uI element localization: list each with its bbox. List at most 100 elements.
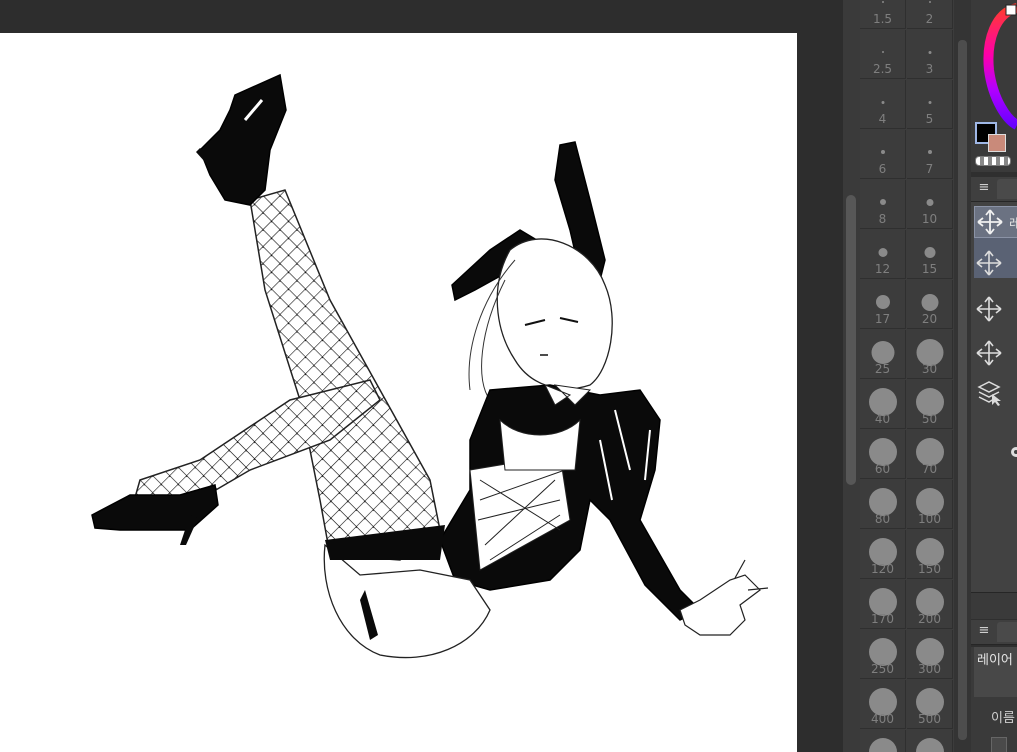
brush-preview-dot — [926, 198, 933, 206]
layer-panel-menu-icon[interactable]: ≡ — [975, 622, 993, 640]
brush-size-cell[interactable]: 40 — [860, 380, 906, 429]
brush-preview-dot — [878, 247, 887, 257]
name-label: 이름 — [991, 711, 1015, 726]
brush-size-label: 12 — [874, 262, 891, 276]
color-wheel-panel — [971, 0, 1017, 172]
right-side-panel: ≡ 레이 — [971, 0, 1017, 752]
tool-panel-tab[interactable] — [997, 179, 1017, 199]
brush-size-label: 10 — [921, 212, 938, 226]
brush-size-cell[interactable] — [860, 730, 906, 752]
line-art-drawing — [91, 73, 769, 659]
move-arrows-icon — [976, 250, 1002, 276]
move-arrows-icon — [976, 296, 1002, 322]
brush-size-label: 40 — [874, 412, 891, 426]
brush-size-label: 70 — [921, 462, 938, 476]
brush-size-label: 2.5 — [872, 62, 893, 76]
brush-size-cell[interactable]: 80 — [860, 480, 906, 529]
brush-size-label: 8 — [878, 212, 887, 226]
brush-size-label: 6 — [878, 162, 887, 176]
brush-size-cell[interactable]: 2 — [907, 0, 953, 29]
brush-size-label: 170 — [871, 612, 894, 626]
brush-size-label: 7 — [925, 162, 934, 176]
sub-color-swatch[interactable] — [988, 134, 1006, 152]
brush-size-cell[interactable]: 60 — [860, 430, 906, 479]
brush-size-cell[interactable]: 400 — [860, 680, 906, 729]
option-checkbox[interactable] — [991, 737, 1007, 752]
layer-property-area: 레이어 이름 — [971, 647, 1017, 752]
brush-size-label: 250 — [871, 662, 894, 676]
brush-preview-dot — [881, 51, 884, 53]
brush-preview-dot — [868, 738, 897, 752]
brush-size-cell[interactable]: 300 — [907, 630, 953, 679]
brush-size-label: 30 — [921, 362, 938, 376]
brush-size-cell[interactable]: 8 — [860, 180, 906, 229]
brush-size-cell[interactable]: 12 — [860, 230, 906, 279]
brush-size-label: 120 — [871, 562, 894, 576]
sub-tool-list: 레이 — [971, 202, 1017, 592]
sub-tool-label: 레이 — [1009, 217, 1017, 232]
drawing-canvas[interactable] — [0, 33, 797, 752]
brush-size-label: 1.5 — [872, 12, 893, 26]
brush-size-cell[interactable]: 100 — [907, 480, 953, 529]
transparent-color-swatch[interactable] — [975, 156, 1011, 166]
brush-size-cell[interactable]: 150 — [907, 530, 953, 579]
brush-preview-dot — [928, 1, 931, 3]
brush-size-label: 50 — [921, 412, 938, 426]
layer-panel-tab[interactable] — [997, 622, 1017, 642]
brush-size-cell[interactable]: 25 — [860, 330, 906, 379]
brush-size-label: 3 — [925, 62, 934, 76]
brush-size-cell[interactable]: 2.5 — [860, 30, 906, 79]
brush-size-label: 17 — [874, 312, 891, 326]
brush-size-cell[interactable]: 70 — [907, 430, 953, 479]
brush-size-label: 25 — [874, 362, 891, 376]
brush-size-label: 80 — [874, 512, 891, 526]
brush-size-label: 20 — [921, 312, 938, 326]
brush-size-cell[interactable]: 5 — [907, 80, 953, 129]
brush-size-cell[interactable]: 1.5 — [860, 0, 906, 29]
brush-preview-dot — [871, 340, 894, 364]
layer-name-field[interactable]: 레이어 — [974, 647, 1017, 697]
brush-preview-dot — [928, 50, 931, 54]
brush-size-cell[interactable]: 250 — [860, 630, 906, 679]
brush-size-cell[interactable]: 50 — [907, 380, 953, 429]
brush-preview-dot — [879, 199, 886, 205]
brush-size-cell[interactable]: 6 — [860, 130, 906, 179]
brush-size-cell[interactable]: 200 — [907, 580, 953, 629]
tool-panel-menu-icon[interactable]: ≡ — [975, 179, 993, 197]
sub-tool-item-2[interactable] — [974, 238, 1017, 278]
brush-preview-dot — [881, 100, 884, 104]
brush-size-cell[interactable]: 7 — [907, 130, 953, 179]
canvas-scrollbar-thumb[interactable] — [846, 195, 856, 485]
brush-size-cell[interactable]: 170 — [860, 580, 906, 629]
brush-size-cell[interactable]: 500 — [907, 680, 953, 729]
brush-size-cell[interactable]: 17 — [860, 280, 906, 329]
sub-tool-item-5[interactable] — [974, 372, 1017, 412]
sub-tool-item-4[interactable] — [974, 328, 1017, 368]
brush-size-cell[interactable]: 10 — [907, 180, 953, 229]
brush-preview-dot — [881, 1, 884, 3]
brush-preview-dot — [928, 100, 931, 104]
brush-preview-dot — [880, 150, 885, 154]
brush-size-cell[interactable]: 4 — [860, 80, 906, 129]
brush-preview-dot — [921, 293, 938, 311]
canvas-workspace — [0, 0, 843, 752]
brush-size-cell[interactable]: 20 — [907, 280, 953, 329]
brush-size-cell[interactable] — [907, 730, 953, 752]
brush-size-label: 500 — [918, 712, 941, 726]
brush-size-label: 4 — [878, 112, 887, 126]
brush-size-cell[interactable]: 3 — [907, 30, 953, 79]
move-arrows-icon — [976, 340, 1002, 366]
sub-tool-item-3[interactable] — [974, 284, 1017, 324]
brush-panel-scrollbar-thumb[interactable] — [958, 40, 967, 740]
brush-size-panel: 1.5 2 2.5 3 4 5 6 7 8 10 12 15 17 20 25 30 40 50 60 70 80 100… — [860, 0, 954, 752]
brush-preview-dot — [927, 150, 932, 154]
brush-size-cell[interactable]: 30 — [907, 330, 953, 379]
brush-size-label: 5 — [925, 112, 934, 126]
sub-tool-item-move-layer[interactable]: 레이 — [974, 206, 1017, 238]
brush-preview-dot — [875, 295, 890, 309]
brush-size-cell[interactable]: 120 — [860, 530, 906, 579]
brush-size-cell[interactable]: 15 — [907, 230, 953, 279]
brush-size-label: 150 — [918, 562, 941, 576]
move-arrows-icon — [977, 209, 1003, 235]
brush-preview-dot — [915, 738, 944, 752]
